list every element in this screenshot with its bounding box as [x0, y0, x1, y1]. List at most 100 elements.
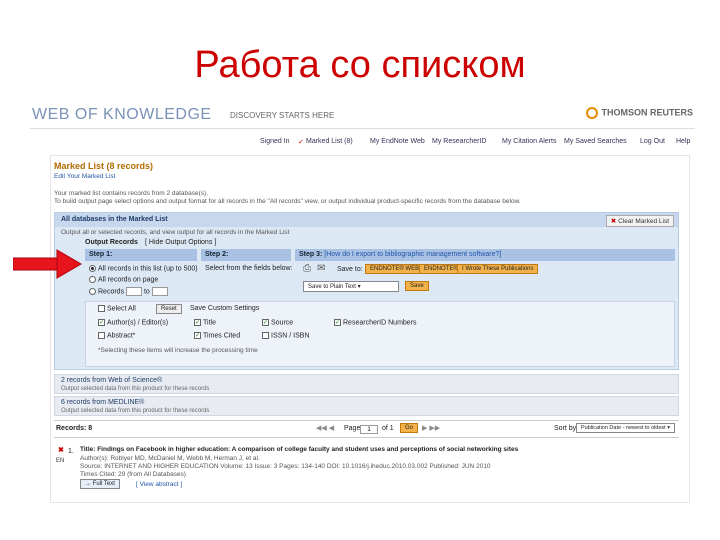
endnote-web-button[interactable]: ENDNOTE® WEB [365, 264, 425, 274]
nav-marked-list[interactable]: Marked List (8) [306, 138, 353, 145]
all-databases-bar: All databases in the Marked List ✖ Clear… [55, 213, 678, 227]
db-row-medline-title: 6 records from MEDLINE® [61, 399, 145, 406]
records-count: Records: 8 [56, 425, 93, 432]
page-input[interactable]: 1 [360, 425, 378, 434]
field-title-label: Title [203, 319, 216, 327]
field-times-label: Times Cited [203, 332, 241, 340]
field-abstract-label: Abstract* [107, 332, 136, 340]
save-button[interactable]: Save [405, 281, 429, 291]
results-toolbar: Records: 8 ◀◀ ◀ Page 1 of 1 Go ▶ ▶▶ Sort… [54, 420, 679, 438]
export-help-link[interactable]: [How do I export to bibliographic manage… [324, 251, 501, 258]
save-format-value: Save to Plain Text [308, 284, 356, 290]
nav-logout[interactable]: Log Out [640, 138, 665, 145]
all-databases-title: All databases in the Marked List [61, 216, 168, 223]
nav-help[interactable]: Help [676, 138, 690, 145]
field-title[interactable]: ✓ Title [194, 319, 216, 326]
marked-list-title: Marked List (8 records) [54, 161, 154, 171]
field-author[interactable]: ✓ Author(s) / Editor(s) [98, 319, 168, 326]
sort-label: Sort by: [554, 425, 579, 432]
email-icon[interactable]: ✉ [317, 263, 325, 274]
first-page-icon[interactable]: ◀◀ ◀ [316, 424, 334, 432]
marked-list-panel: Marked List (8 records) Edit Your Marked… [50, 155, 690, 503]
field-researcherid[interactable]: ✓ ResearcherID Numbers [334, 319, 417, 326]
record-1: ✖ 1. Title: Findings on Facebook in high… [54, 446, 679, 503]
next-page-icon[interactable]: ▶ ▶▶ [422, 424, 440, 432]
clear-button-label: Clear Marked List [618, 218, 669, 225]
info-line-2: To build output page select options and … [54, 198, 521, 205]
close-icon: ✖ [610, 218, 617, 225]
field-issn-label: ISSN / ISBN [271, 332, 310, 340]
select-all-checkbox[interactable]: Select All [98, 305, 136, 312]
step3-label: Step 3: [299, 251, 323, 258]
thomson-reuters-logo: THOMSON REUTERS [586, 107, 693, 119]
radio-icon [89, 288, 96, 295]
db-row-medline[interactable]: 6 records from MEDLINE® Output selected … [54, 396, 679, 416]
radio-all-label: All records in this list (up to 500) [98, 265, 198, 273]
db-row-wos-desc: Output selected data from this product f… [61, 386, 210, 392]
remove-icon[interactable]: ✖ [58, 446, 64, 454]
full-text-label: Full Text [92, 481, 115, 487]
save-format-select[interactable]: Save to Plain Text ▾ [303, 281, 399, 292]
field-times-cited[interactable]: ✓ Times Cited [194, 332, 240, 339]
nav-signed-in[interactable]: Signed In [260, 138, 290, 145]
record-source: Source: INTERNET AND HIGHER EDUCATION Vo… [80, 463, 491, 470]
db-row-wos[interactable]: 2 records from Web of Science® Output se… [54, 374, 679, 394]
nav-endnote-web[interactable]: My EndNote Web [370, 138, 425, 145]
radio-page-records[interactable]: All records on page [89, 276, 158, 283]
checkbox-icon [98, 305, 105, 312]
save-custom-link[interactable]: Save Custom Settings [190, 305, 259, 312]
sort-value: Publication Date - newest to oldest [581, 425, 666, 431]
db-row-medline-desc: Output selected data from this product f… [61, 408, 210, 414]
go-button[interactable]: Go [400, 423, 419, 433]
clear-marked-list-button[interactable]: ✖ Clear Marked List [605, 215, 674, 227]
radio-page-label: All records on page [98, 276, 159, 284]
nav-citation-alerts[interactable]: My Citation Alerts [502, 138, 556, 145]
radio-records-label: Records [98, 288, 125, 296]
chevron-down-icon: ▾ [357, 284, 361, 290]
field-rid-label: ResearcherID Numbers [343, 319, 417, 327]
radio-record-range[interactable]: Records to [89, 287, 168, 296]
fields-panel: Select All Reset Save Custom Settings ✓ A… [85, 301, 675, 367]
field-source-label: Source [271, 319, 294, 327]
box-subtitle: Output all or selected records, and view… [61, 229, 290, 236]
wok-logo[interactable]: WEB OF KNOWLEDGE [32, 106, 212, 124]
marked-list-icon: ✓ [298, 139, 304, 146]
reset-button[interactable]: Reset [156, 304, 182, 314]
record-times-cited: Times Cited: 29 (from All Databases) [80, 471, 186, 478]
radio-icon [89, 276, 96, 283]
of-pages-label: of 1 [382, 425, 394, 432]
field-issn[interactable]: ISSN / ISBN [262, 332, 310, 339]
record-title[interactable]: Title: Findings on Facebook in higher ed… [80, 446, 518, 453]
i-wrote-button[interactable]: I Wrote These Publications [457, 264, 539, 274]
checkbox-icon [262, 332, 269, 339]
save-to-label: Save to: [337, 266, 363, 273]
print-icon[interactable]: ⎙ [303, 263, 311, 274]
field-abstract[interactable]: Abstract* [98, 332, 135, 339]
full-text-button[interactable]: → Full Text [80, 479, 120, 489]
checkbox-checked-icon: ✓ [194, 332, 201, 339]
nav-researcherid[interactable]: My ResearcherID [432, 138, 486, 145]
arrow-icon: → [85, 481, 91, 487]
checkbox-icon [98, 332, 105, 339]
page-label: Page [344, 425, 361, 432]
field-source[interactable]: ✓ Source [262, 319, 293, 326]
field-author-label: Author(s) / Editor(s) [107, 319, 169, 327]
select-all-label: Select All [107, 305, 136, 313]
step3-header: Step 3: [How do I export to bibliographi… [295, 249, 675, 261]
step2-text: Select from the fields below: [205, 265, 293, 272]
record-authors: Author(s): Roblyer MD, McDaniel M, Webb … [80, 455, 260, 462]
edit-marked-list-link[interactable]: Edit Your Marked List [54, 173, 115, 180]
nav-saved-searches[interactable]: My Saved Searches [564, 138, 627, 145]
radio-all-records[interactable]: All records in this list (up to 500) [89, 265, 198, 272]
record-number: 1. [68, 448, 74, 455]
hide-options-link[interactable]: [ Hide Output Options ] [145, 239, 216, 246]
tagline: DISCOVERY STARTS HERE [230, 111, 335, 120]
range-from-input[interactable] [126, 287, 143, 296]
sort-select[interactable]: Publication Date - newest to oldest ▾ [576, 423, 675, 433]
view-abstract-link[interactable]: [ View abstract ] [136, 481, 182, 488]
radio-selected-icon [89, 265, 96, 272]
globe-icon [586, 107, 599, 119]
range-to-input[interactable] [151, 287, 168, 296]
company-name: THOMSON REUTERS [601, 107, 693, 118]
output-records-label: Output Records [85, 239, 138, 246]
